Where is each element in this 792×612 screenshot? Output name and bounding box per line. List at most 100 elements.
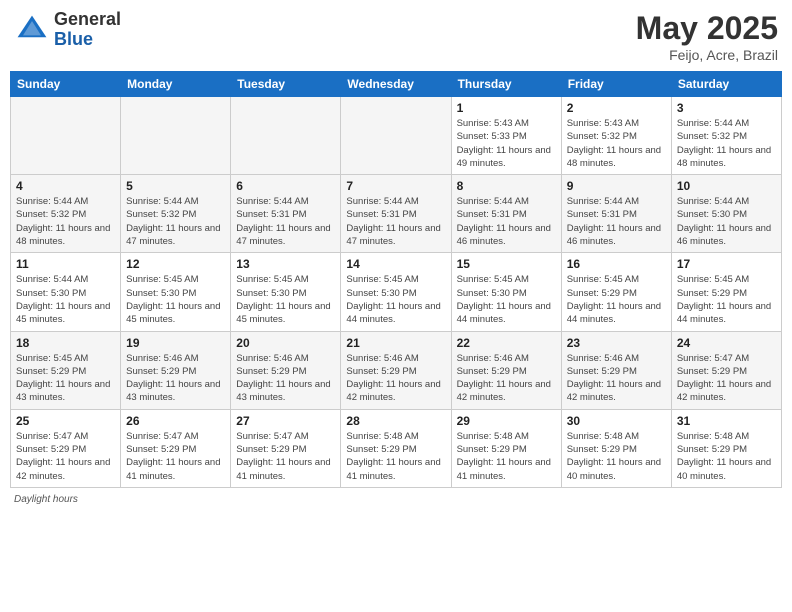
calendar-cell xyxy=(341,97,451,175)
calendar-cell: 3Sunrise: 5:44 AM Sunset: 5:32 PM Daylig… xyxy=(671,97,781,175)
day-info: Sunrise: 5:48 AM Sunset: 5:29 PM Dayligh… xyxy=(567,430,666,483)
day-number: 13 xyxy=(236,257,335,271)
calendar-cell: 15 Sunrise: 5:45 AM Sunset: 5:30 PM Dayli… xyxy=(451,253,561,331)
day-number: 24 xyxy=(677,336,776,350)
day-info: Sunrise: 5:45 AM Sunset: 5:29 PM Dayligh… xyxy=(567,273,666,326)
day-number: 27 xyxy=(236,414,335,428)
day-number: 21 xyxy=(346,336,445,350)
day-number: 31 xyxy=(677,414,776,428)
calendar-day-header: Wednesday xyxy=(341,72,451,97)
calendar-cell: 8Sunrise: 5:44 AM Sunset: 5:31 PM Daylig… xyxy=(451,175,561,253)
day-info: Sunrise: 5:48 AM Sunset: 5:29 PM Dayligh… xyxy=(677,430,776,483)
day-number: 14 xyxy=(346,257,445,271)
calendar-cell: 12 Sunrise: 5:45 AM Sunset: 5:30 PM Dayli… xyxy=(121,253,231,331)
footer-label: Daylight hours xyxy=(14,494,78,505)
calendar-week-row: 18 Sunrise: 5:45 AM Sunset: 5:29 PM Dayli… xyxy=(11,331,782,409)
day-number: 2 xyxy=(567,101,666,115)
day-info: Sunrise: 5:47 AM Sunset: 5:29 PM Dayligh… xyxy=(677,352,776,405)
calendar-cell: 7 Sunrise: 5:44 AM Sunset: 5:31 PM Daylig… xyxy=(341,175,451,253)
calendar-cell: 5Sunrise: 5:44 AM Sunset: 5:32 PM Daylig… xyxy=(121,175,231,253)
calendar-day-header: Tuesday xyxy=(231,72,341,97)
day-number: 30 xyxy=(567,414,666,428)
day-info: Sunrise: 5:43 AM Sunset: 5:32 PM Dayligh… xyxy=(567,117,666,170)
calendar-cell: 27 Sunrise: 5:47 AM Sunset: 5:29 PM Dayli… xyxy=(231,409,341,487)
logo-text: General Blue xyxy=(54,10,121,50)
day-info: Sunrise: 5:44 AM Sunset: 5:31 PM Dayligh… xyxy=(346,195,445,248)
calendar-location: Feijo, Acre, Brazil xyxy=(636,47,778,63)
day-info: Sunrise: 5:45 AM Sunset: 5:30 PM Dayligh… xyxy=(457,273,556,326)
day-info: Sunrise: 5:44 AM Sunset: 5:32 PM Dayligh… xyxy=(16,195,115,248)
calendar-cell: 31 Sunrise: 5:48 AM Sunset: 5:29 PM Dayli… xyxy=(671,409,781,487)
day-info: Sunrise: 5:46 AM Sunset: 5:29 PM Dayligh… xyxy=(346,352,445,405)
day-number: 9 xyxy=(567,179,666,193)
calendar-cell: 26 Sunrise: 5:47 AM Sunset: 5:29 PM Dayli… xyxy=(121,409,231,487)
calendar-cell: 19 Sunrise: 5:46 AM Sunset: 5:29 PM Dayli… xyxy=(121,331,231,409)
day-info: Sunrise: 5:47 AM Sunset: 5:29 PM Dayligh… xyxy=(236,430,335,483)
calendar-cell: 21 Sunrise: 5:46 AM Sunset: 5:29 PM Dayli… xyxy=(341,331,451,409)
day-info: Sunrise: 5:44 AM Sunset: 5:31 PM Dayligh… xyxy=(567,195,666,248)
calendar-cell: 17Sunrise: 5:45 AM Sunset: 5:29 PM Dayli… xyxy=(671,253,781,331)
calendar-cell: 13Sunrise: 5:45 AM Sunset: 5:30 PM Dayli… xyxy=(231,253,341,331)
day-number: 11 xyxy=(16,257,115,271)
day-number: 12 xyxy=(126,257,225,271)
calendar-cell xyxy=(121,97,231,175)
calendar-cell: 2 Sunrise: 5:43 AM Sunset: 5:32 PM Daylig… xyxy=(561,97,671,175)
day-info: Sunrise: 5:44 AM Sunset: 5:30 PM Dayligh… xyxy=(16,273,115,326)
calendar-cell: 4Sunrise: 5:44 AM Sunset: 5:32 PM Daylig… xyxy=(11,175,121,253)
day-number: 16 xyxy=(567,257,666,271)
day-number: 18 xyxy=(16,336,115,350)
calendar-cell: 30 Sunrise: 5:48 AM Sunset: 5:29 PM Dayli… xyxy=(561,409,671,487)
day-number: 19 xyxy=(126,336,225,350)
day-info: Sunrise: 5:45 AM Sunset: 5:29 PM Dayligh… xyxy=(16,352,115,405)
day-number: 26 xyxy=(126,414,225,428)
day-info: Sunrise: 5:46 AM Sunset: 5:29 PM Dayligh… xyxy=(236,352,335,405)
day-number: 25 xyxy=(16,414,115,428)
calendar-cell: 23Sunrise: 5:46 AM Sunset: 5:29 PM Dayli… xyxy=(561,331,671,409)
title-block: May 2025 Feijo, Acre, Brazil xyxy=(636,10,778,63)
day-info: Sunrise: 5:48 AM Sunset: 5:29 PM Dayligh… xyxy=(457,430,556,483)
day-info: Sunrise: 5:46 AM Sunset: 5:29 PM Dayligh… xyxy=(126,352,225,405)
day-number: 15 xyxy=(457,257,556,271)
calendar-day-header: Monday xyxy=(121,72,231,97)
calendar-cell: 16 Sunrise: 5:45 AM Sunset: 5:29 PM Dayli… xyxy=(561,253,671,331)
page-header: General Blue May 2025 Feijo, Acre, Brazi… xyxy=(10,10,782,63)
day-info: Sunrise: 5:44 AM Sunset: 5:32 PM Dayligh… xyxy=(677,117,776,170)
calendar-cell: 25 Sunrise: 5:47 AM Sunset: 5:29 PM Dayli… xyxy=(11,409,121,487)
day-number: 1 xyxy=(457,101,556,115)
calendar-cell: 22 Sunrise: 5:46 AM Sunset: 5:29 PM Dayli… xyxy=(451,331,561,409)
day-number: 20 xyxy=(236,336,335,350)
calendar-cell: 6 Sunrise: 5:44 AM Sunset: 5:31 PM Daylig… xyxy=(231,175,341,253)
logo-blue-text: Blue xyxy=(54,30,121,50)
calendar-day-header: Saturday xyxy=(671,72,781,97)
day-info: Sunrise: 5:43 AM Sunset: 5:33 PM Dayligh… xyxy=(457,117,556,170)
day-number: 29 xyxy=(457,414,556,428)
day-info: Sunrise: 5:45 AM Sunset: 5:29 PM Dayligh… xyxy=(677,273,776,326)
day-info: Sunrise: 5:45 AM Sunset: 5:30 PM Dayligh… xyxy=(126,273,225,326)
day-info: Sunrise: 5:44 AM Sunset: 5:31 PM Dayligh… xyxy=(236,195,335,248)
logo-general-text: General xyxy=(54,10,121,30)
day-number: 8 xyxy=(457,179,556,193)
day-info: Sunrise: 5:44 AM Sunset: 5:30 PM Dayligh… xyxy=(677,195,776,248)
day-info: Sunrise: 5:48 AM Sunset: 5:29 PM Dayligh… xyxy=(346,430,445,483)
day-info: Sunrise: 5:46 AM Sunset: 5:29 PM Dayligh… xyxy=(567,352,666,405)
day-number: 22 xyxy=(457,336,556,350)
calendar-cell: 11 Sunrise: 5:44 AM Sunset: 5:30 PM Dayli… xyxy=(11,253,121,331)
calendar-week-row: 11 Sunrise: 5:44 AM Sunset: 5:30 PM Dayli… xyxy=(11,253,782,331)
calendar-day-header: Friday xyxy=(561,72,671,97)
logo-icon xyxy=(14,12,50,48)
day-number: 6 xyxy=(236,179,335,193)
logo: General Blue xyxy=(14,10,121,50)
calendar-table: SundayMondayTuesdayWednesdayThursdayFrid… xyxy=(10,71,782,488)
calendar-cell: 28Sunrise: 5:48 AM Sunset: 5:29 PM Dayli… xyxy=(341,409,451,487)
calendar-cell: 24 Sunrise: 5:47 AM Sunset: 5:29 PM Dayli… xyxy=(671,331,781,409)
day-info: Sunrise: 5:45 AM Sunset: 5:30 PM Dayligh… xyxy=(346,273,445,326)
day-info: Sunrise: 5:47 AM Sunset: 5:29 PM Dayligh… xyxy=(16,430,115,483)
calendar-day-header: Thursday xyxy=(451,72,561,97)
calendar-cell: 14 Sunrise: 5:45 AM Sunset: 5:30 PM Dayli… xyxy=(341,253,451,331)
day-info: Sunrise: 5:46 AM Sunset: 5:29 PM Dayligh… xyxy=(457,352,556,405)
calendar-week-row: 25 Sunrise: 5:47 AM Sunset: 5:29 PM Dayli… xyxy=(11,409,782,487)
calendar-cell: 9 Sunrise: 5:44 AM Sunset: 5:31 PM Daylig… xyxy=(561,175,671,253)
day-info: Sunrise: 5:47 AM Sunset: 5:29 PM Dayligh… xyxy=(126,430,225,483)
day-number: 7 xyxy=(346,179,445,193)
calendar-cell: 10Sunrise: 5:44 AM Sunset: 5:30 PM Dayli… xyxy=(671,175,781,253)
